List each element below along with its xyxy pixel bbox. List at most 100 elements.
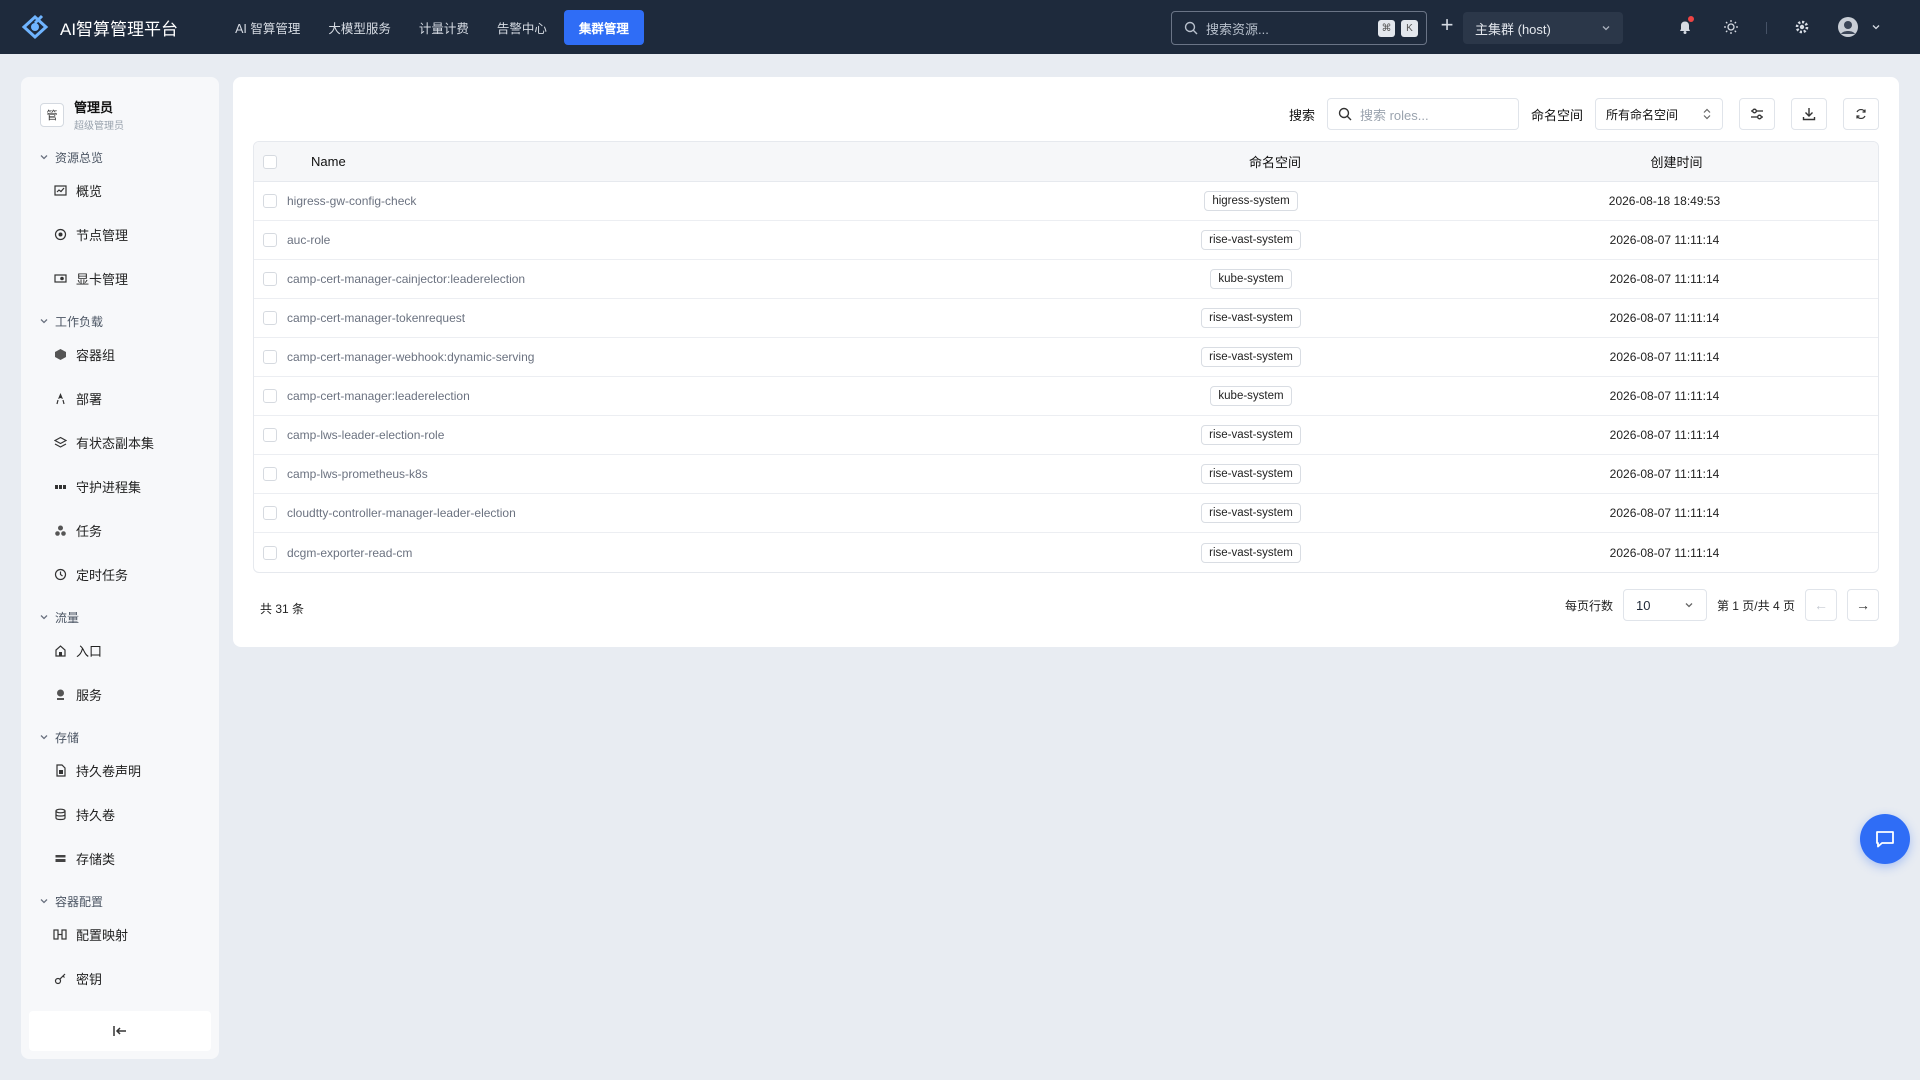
row-checkbox[interactable] xyxy=(263,428,277,442)
sidebar-group-resources[interactable]: 资源总览 xyxy=(21,146,219,168)
table-row[interactable]: camp-cert-manager-webhook:dynamic-servin… xyxy=(254,338,1878,377)
refresh-button[interactable] xyxy=(1843,98,1879,130)
header-namespace[interactable]: 命名空间 xyxy=(1075,152,1475,171)
deploy-icon xyxy=(53,391,67,405)
table-row[interactable]: dcgm-exporter-read-cm rise-vast-system 202… xyxy=(254,533,1878,572)
table-row[interactable]: camp-lws-prometheus-k8s rise-vast-system 2… xyxy=(254,455,1878,494)
nav-ai-compute[interactable]: AI 智算管理 xyxy=(224,10,311,45)
table-row[interactable]: camp-cert-manager-cainjector:leaderelect… xyxy=(254,260,1878,299)
search-icon xyxy=(1338,107,1352,121)
row-checkbox[interactable] xyxy=(263,194,277,208)
roles-table: Name 命名空间 创建时间 higress-gw-config-check hi… xyxy=(253,141,1879,573)
sidebar-group-config[interactable]: 容器配置 xyxy=(21,890,219,912)
table-row[interactable]: camp-lws-leader-election-role rise-vast-s… xyxy=(254,416,1878,455)
row-checkbox[interactable] xyxy=(263,350,277,364)
role-name[interactable]: camp-lws-prometheus-k8s xyxy=(277,467,1051,481)
role-name[interactable]: camp-cert-manager:leaderelection xyxy=(277,389,1051,403)
sun-icon xyxy=(1724,20,1738,34)
settings-button[interactable] xyxy=(1789,14,1815,40)
sidebar-item-services[interactable]: 服务 xyxy=(21,672,219,716)
row-checkbox[interactable] xyxy=(263,233,277,247)
rows-per-page-select[interactable]: 10 xyxy=(1622,589,1707,621)
chevron-down-icon xyxy=(40,735,48,740)
app-title: AI智算管理平台 xyxy=(60,19,179,39)
sidebar-item-daemonsets[interactable]: 守护进程集 xyxy=(21,464,219,508)
row-checkbox[interactable] xyxy=(263,545,277,560)
nav-llm-service[interactable]: 大模型服务 xyxy=(317,10,402,45)
row-checkbox[interactable] xyxy=(263,506,277,520)
role-name[interactable]: camp-lws-leader-election-role xyxy=(277,428,1051,442)
theme-toggle-button[interactable] xyxy=(1718,14,1744,40)
header-created[interactable]: 创建时间 xyxy=(1475,152,1878,171)
sidebar-group-workloads[interactable]: 工作负载 xyxy=(21,310,219,332)
sidebar-item-pods[interactable]: 容器组 xyxy=(21,332,219,376)
next-page-button[interactable]: → xyxy=(1847,589,1879,621)
sidebar-item-nodes[interactable]: 节点管理 xyxy=(21,212,219,256)
sidebar-item-configmaps[interactable]: 配置映射 xyxy=(21,912,219,956)
global-search-input[interactable]: 搜索资源... ⌘ K xyxy=(1171,11,1427,45)
chat-button[interactable] xyxy=(1860,814,1910,864)
user-menu-button[interactable] xyxy=(1837,14,1881,40)
sidebar-item-storageclass[interactable]: 存储类 xyxy=(21,836,219,880)
row-checkbox[interactable] xyxy=(263,389,277,403)
top-bar: AI智算管理平台 AI 智算管理 大模型服务 计量计费 告警中心 集群管理 搜索… xyxy=(0,0,1920,54)
notifications-button[interactable] xyxy=(1672,14,1698,40)
column-settings-button[interactable] xyxy=(1739,98,1775,130)
daemonset-icon xyxy=(53,479,67,493)
sidebar-item-deployments[interactable]: 部署 xyxy=(21,376,219,420)
add-button[interactable]: + xyxy=(1436,14,1458,37)
table-row[interactable]: higress-gw-config-check higress-system 202… xyxy=(254,182,1878,221)
row-checkbox[interactable] xyxy=(263,311,277,325)
sidebar-item-label: 任务 xyxy=(76,523,103,539)
prev-page-button[interactable]: ← xyxy=(1805,589,1837,621)
sidebar-item-pvc[interactable]: 持久卷声明 xyxy=(21,748,219,792)
sidebar-item-label: 节点管理 xyxy=(76,227,129,243)
table-row[interactable]: cloudtty-controller-manager-leader-elect… xyxy=(254,494,1878,533)
sidebar-item-jobs[interactable]: 任务 xyxy=(21,508,219,552)
role-name[interactable]: camp-cert-manager-tokenrequest xyxy=(277,311,1051,325)
sidebar-item-label: 有状态副本集 xyxy=(76,435,155,451)
row-checkbox[interactable] xyxy=(263,272,277,286)
sidebar-item-overview[interactable]: 概览 xyxy=(21,168,219,212)
role-name[interactable]: higress-gw-config-check xyxy=(277,194,1051,208)
sidebar-item-pv[interactable]: 持久卷 xyxy=(21,792,219,836)
role-name[interactable]: camp-cert-manager-webhook:dynamic-servin… xyxy=(277,350,1051,364)
nav-cluster-management[interactable]: 集群管理 xyxy=(563,9,644,45)
table-row[interactable]: camp-cert-manager:leaderelection kube-sys… xyxy=(254,377,1878,416)
sidebar-item-statefulsets[interactable]: 有状态副本集 xyxy=(21,420,219,464)
cluster-select[interactable]: 主集群 (host) xyxy=(1463,12,1623,44)
brand[interactable]: AI智算管理平台 xyxy=(20,12,178,42)
page-info: 第 1 页/共 4 页 xyxy=(1716,598,1795,613)
pod-icon xyxy=(53,347,67,361)
sidebar-item-cronjobs[interactable]: 定时任务 xyxy=(21,552,219,596)
table-row[interactable]: auc-role rise-vast-system 2026-08-07 11:11… xyxy=(254,221,1878,260)
role-name[interactable]: cloudtty-controller-manager-leader-elect… xyxy=(277,506,1051,520)
cluster-selected: 主集群 (host) xyxy=(1475,21,1551,37)
header-name[interactable]: Name xyxy=(277,154,1075,169)
role-name[interactable]: camp-cert-manager-cainjector:leaderelect… xyxy=(277,272,1051,286)
sidebar-item-gpu[interactable]: 显卡管理 xyxy=(21,256,219,300)
namespace-select[interactable]: 所有命名空间 xyxy=(1595,98,1723,130)
shortcut-key-cmd: ⌘ xyxy=(1378,19,1395,37)
role-name[interactable]: dcgm-exporter-read-cm xyxy=(277,546,1051,560)
table-row[interactable]: camp-cert-manager-tokenrequest rise-vast-… xyxy=(254,299,1878,338)
sidebar-collapse-button[interactable] xyxy=(29,1011,211,1051)
sidebar-item-secrets[interactable]: 密钥 xyxy=(21,956,219,1000)
nav-alerts[interactable]: 告警中心 xyxy=(486,10,558,45)
row-checkbox[interactable] xyxy=(263,467,277,481)
download-button[interactable] xyxy=(1791,98,1827,130)
role-name[interactable]: auc-role xyxy=(277,233,1051,247)
namespace-badge: rise-vast-system xyxy=(1201,347,1301,367)
service-icon xyxy=(53,687,67,701)
nav-billing[interactable]: 计量计费 xyxy=(408,10,480,45)
namespace-cell: kube-system xyxy=(1051,386,1451,406)
namespace-badge: rise-vast-system xyxy=(1201,425,1301,445)
roles-search-input[interactable]: 搜索 roles... xyxy=(1326,98,1519,130)
sidebar-group-traffic[interactable]: 流量 xyxy=(21,606,219,628)
sidebar-item-ingress[interactable]: 入口 xyxy=(21,628,219,672)
rows-per-page-label: 每页行数 xyxy=(1564,598,1613,613)
sidebar-group-storage[interactable]: 存储 xyxy=(21,726,219,748)
namespace-badge: kube-system xyxy=(1210,386,1292,406)
select-all-checkbox[interactable] xyxy=(263,154,277,169)
chevron-down-icon xyxy=(1602,26,1610,31)
